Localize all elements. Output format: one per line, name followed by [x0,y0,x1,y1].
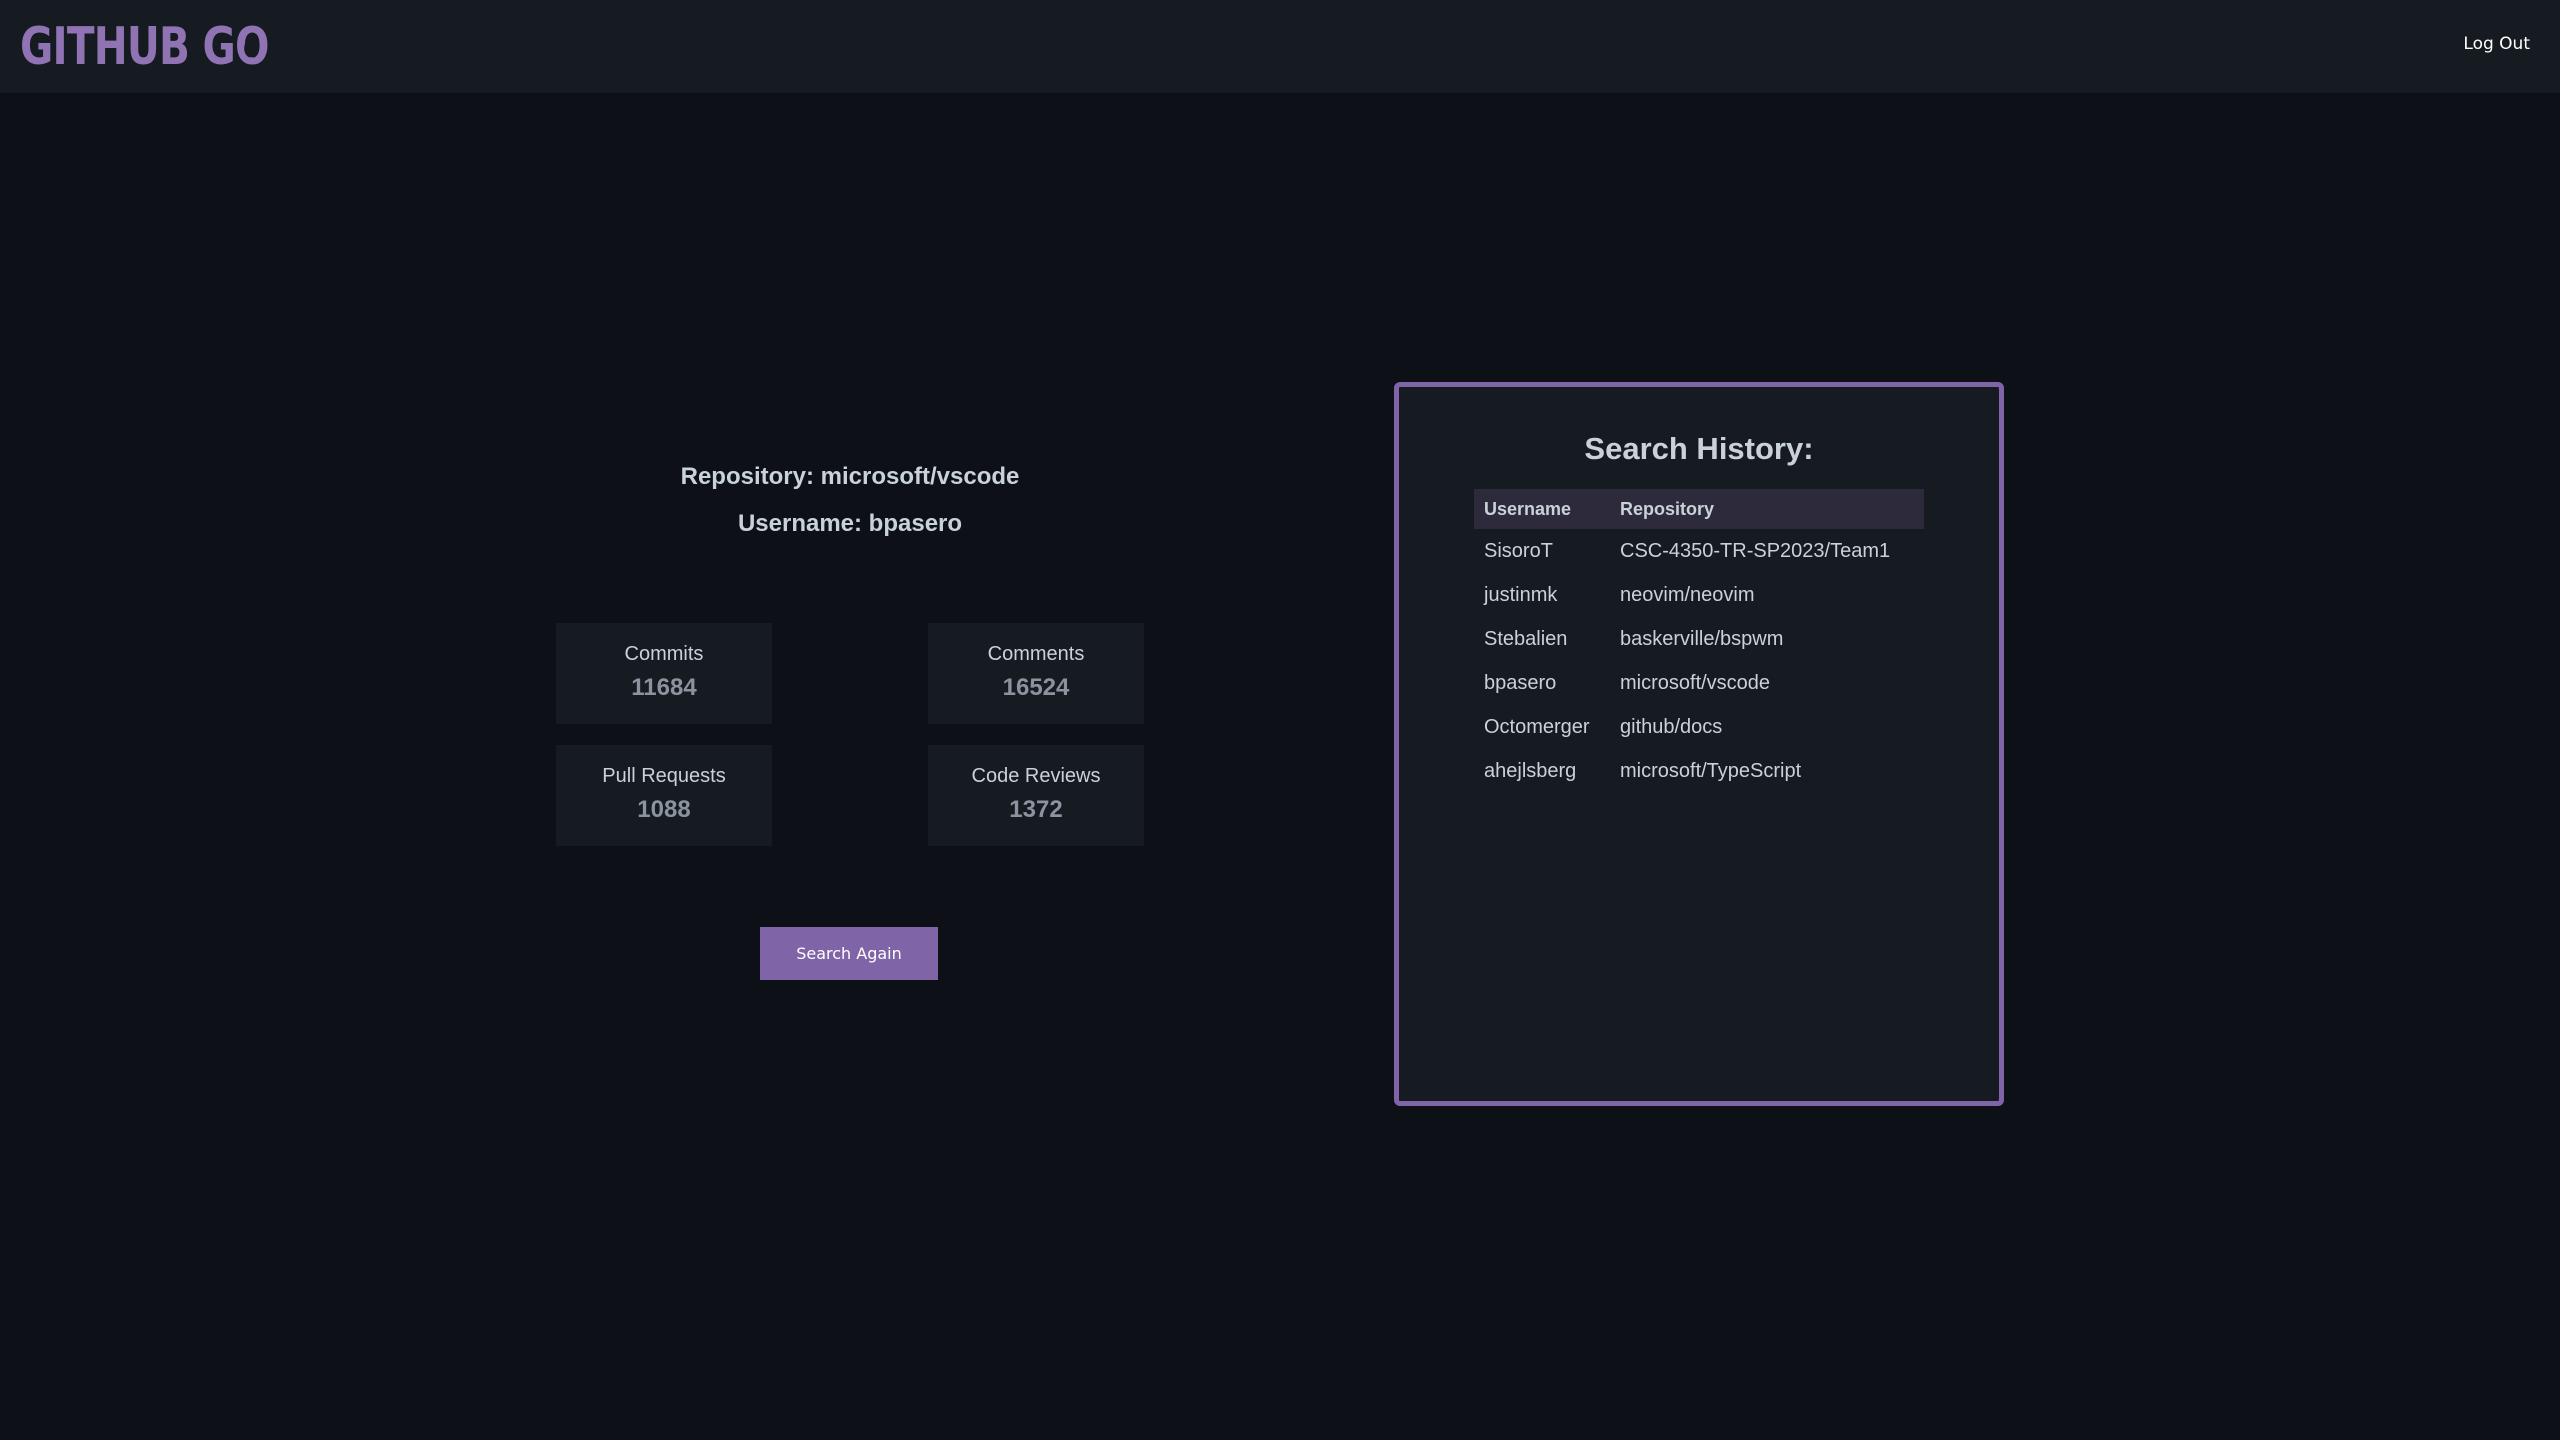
table-header-row: Username Repository [1474,489,1924,529]
logo-text: GITHUB G [20,17,236,77]
cell-repository: baskerville/bspwm [1620,627,1784,650]
stat-card-commits: Commits 11684 [556,623,772,724]
stat-value: 1372 [1009,796,1063,823]
cell-username: Stebalien [1484,627,1568,650]
stat-label: Comments [987,643,1085,665]
logout-link[interactable]: Log Out [2463,34,2530,54]
cell-username: ahejlsberg [1484,759,1577,782]
stat-value: 1088 [637,796,691,823]
column-header-username: Username [1474,489,1610,529]
stat-label: Code Reviews [971,765,1101,787]
navbar: GITHUB G O Log Out [0,0,2560,93]
cell-username: bpasero [1484,671,1557,694]
cell-username: SisoroT [1484,539,1553,562]
table-row[interactable]: justinmk neovim/neovim [1474,573,1924,617]
repository-title: Repository: microsoft/vscode [680,463,1020,490]
cell-username: justinmk [1484,583,1558,606]
cell-repository: microsoft/vscode [1620,671,1771,694]
cell-repository: CSC-4350-TR-SP2023/Team1 [1620,539,1891,562]
stat-value: 11684 [631,674,697,701]
app-logo[interactable]: GITHUB G O [20,17,270,77]
cell-repository: neovim/neovim [1620,583,1755,606]
stat-label: Commits [624,643,704,665]
stat-label: Pull Requests [602,765,726,787]
table-row[interactable]: Stebalien baskerville/bspwm [1474,617,1924,661]
column-header-repository: Repository [1610,489,1924,529]
cell-username: Octomerger [1484,715,1590,738]
search-history-panel: Search History: Username Repository Siso… [1394,382,2004,1106]
username-title: Username: bpasero [737,510,963,537]
search-history-title: Search History: [1584,431,1814,466]
stat-card-code-reviews: Code Reviews 1372 [928,745,1144,846]
octocat-icon [244,38,260,58]
stat-card-pull-requests: Pull Requests 1088 [556,745,772,846]
stat-card-comments: Comments 16524 [928,623,1144,724]
table-row[interactable]: SisoroT CSC-4350-TR-SP2023/Team1 [1474,529,1924,573]
logo-o-with-octocat: O [235,17,269,77]
table-row[interactable]: ahejlsberg microsoft/TypeScript [1474,749,1924,793]
table-row[interactable]: bpasero microsoft/vscode [1474,661,1924,705]
table-row[interactable]: Octomerger github/docs [1474,705,1924,749]
cell-repository: github/docs [1620,715,1723,738]
cell-repository: microsoft/TypeScript [1620,759,1802,782]
stat-value: 16524 [1002,674,1070,701]
search-again-button[interactable]: Search Again [760,927,938,980]
search-history-table: Username Repository SisoroT CSC-4350-TR-… [1474,489,1924,793]
